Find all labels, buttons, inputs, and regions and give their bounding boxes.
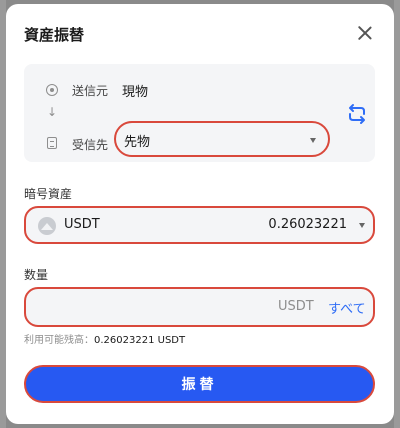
document-icon xyxy=(47,137,57,149)
caret-down-icon xyxy=(310,138,316,143)
swap-button[interactable] xyxy=(346,102,368,126)
asset-transfer-modal: 資産振替 ↓ 送信元 現物 受信先 先物 暗号資産 USDT 0.2602322… xyxy=(6,4,394,424)
available-label: 利用可能残高： xyxy=(24,335,94,346)
arrow-down-icon: ↓ xyxy=(47,105,58,119)
modal-title: 資産振替 xyxy=(24,26,85,44)
transfer-submit-button[interactable]: 振替 xyxy=(24,365,375,403)
close-icon[interactable] xyxy=(358,26,372,40)
quantity-unit: USDT xyxy=(278,299,314,314)
swap-arrows-icon xyxy=(349,104,365,124)
coin-logo-icon xyxy=(38,217,56,235)
quantity-label: 数量 xyxy=(24,268,49,282)
transfer-direction-panel: ↓ 送信元 現物 受信先 先物 xyxy=(24,64,375,162)
circle-dot-icon xyxy=(46,84,58,96)
available-balance: 利用可能残高：0.26023221 USDT xyxy=(24,331,185,346)
caret-down-icon xyxy=(359,223,365,228)
from-label: 送信元 xyxy=(72,84,109,98)
to-account-value: 先物 xyxy=(124,135,151,150)
quantity-input[interactable] xyxy=(36,297,266,317)
to-label: 受信先 xyxy=(72,138,109,152)
asset-balance: 0.26023221 xyxy=(268,217,347,232)
from-account-value: 現物 xyxy=(122,85,149,100)
backdrop-right xyxy=(394,0,400,428)
available-value: 0.26023221 USDT xyxy=(94,335,186,346)
asset-name: USDT xyxy=(64,217,100,232)
max-all-link[interactable]: すべて xyxy=(328,298,366,317)
asset-label: 暗号資産 xyxy=(24,187,73,201)
asset-select[interactable]: USDT 0.26023221 xyxy=(24,206,375,244)
to-account-select[interactable]: 先物 xyxy=(114,121,330,157)
quantity-field: USDT すべて xyxy=(24,287,375,327)
